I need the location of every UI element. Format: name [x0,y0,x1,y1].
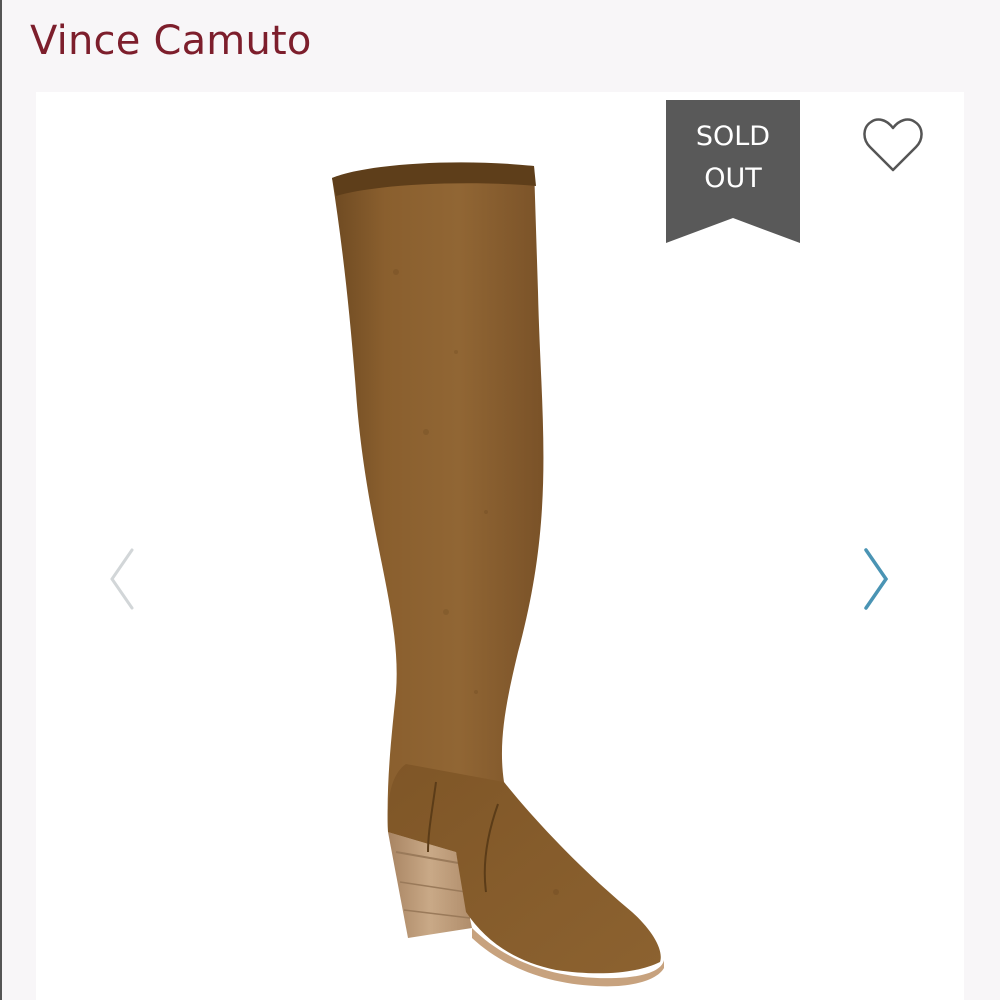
screen-edge [0,0,2,1000]
photo-carousel[interactable]: SOLD OUT [36,92,964,1000]
chevron-right-icon[interactable] [856,544,896,614]
sold-out-badge: SOLD OUT [666,100,800,243]
brand-name[interactable]: Vince Camuto [30,16,312,66]
heart-icon[interactable] [862,118,924,174]
listing-page: Vince Camuto SOLD OUT [0,0,1000,1000]
sold-out-line1: SOLD [695,121,771,152]
sold-out-line2: OUT [704,163,762,194]
chevron-left-icon[interactable] [102,544,142,614]
boot-photo [332,162,664,987]
